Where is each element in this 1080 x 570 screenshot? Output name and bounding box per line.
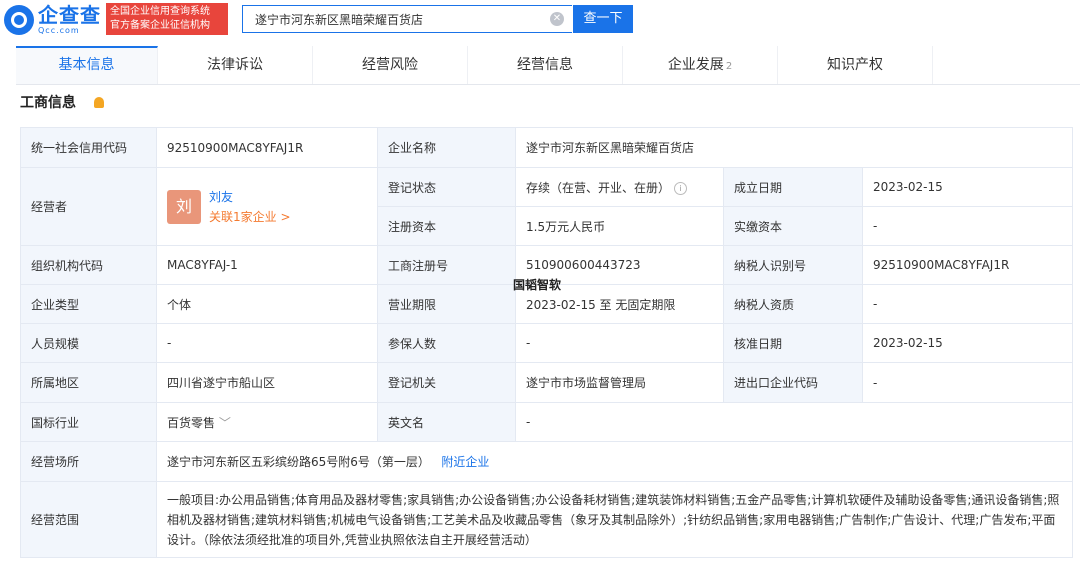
- address-label: 经营场所: [20, 441, 157, 482]
- credit-code-value: 92510900MAC8YFAJ1R: [156, 127, 378, 168]
- credit-code-label: 统一社会信用代码: [20, 127, 157, 168]
- industry-label: 国标行业: [20, 402, 157, 442]
- status-value: 存续（在营、开业、在册）: [526, 180, 671, 195]
- clear-icon[interactable]: ✕: [550, 12, 564, 26]
- tab-basic-info[interactable]: 基本信息: [16, 46, 158, 84]
- avatar[interactable]: 刘: [167, 189, 201, 224]
- table-row: 经营场所 遂宁市河东新区五彩缤纷路65号附6号（第一层） 附近企业: [20, 441, 1074, 482]
- taxpayer-id-label: 纳税人识别号: [723, 245, 863, 285]
- staff-label: 人员规模: [20, 323, 157, 363]
- approve-date-label: 核准日期: [723, 323, 863, 363]
- type-label: 企业类型: [20, 284, 157, 324]
- chevron-down-icon[interactable]: ﹀: [219, 416, 231, 430]
- import-export-value: -: [861, 362, 1074, 403]
- term-label: 营业期限: [377, 284, 516, 324]
- found-date-value: 2023-02-15: [861, 167, 1074, 207]
- logo-icon: [4, 5, 34, 35]
- section-title: 工商信息: [20, 95, 76, 111]
- watermark: 国韬智软: [513, 278, 562, 292]
- tab-count-badge: 2: [725, 61, 733, 72]
- address-value: 遂宁市河东新区五彩缤纷路65号附6号（第一层）: [167, 455, 430, 469]
- search-input[interactable]: 遂宁市河东新区黑暗荣耀百货店 ✕: [242, 5, 572, 33]
- qcc-logo[interactable]: 企查查 Qcc.com: [4, 4, 101, 36]
- tab-ip[interactable]: 知识产权: [778, 46, 933, 84]
- status-label: 登记状态: [377, 167, 516, 207]
- paid-capital-label: 实缴资本: [723, 206, 863, 246]
- scope-label: 经营范围: [20, 481, 157, 558]
- scope-value: 一般项目:办公用品销售;体育用品及器材零售;家具销售;办公设备销售;办公设备耗材…: [155, 481, 1074, 558]
- table-row: 所属地区 四川省遂宁市船山区 登记机关 遂宁市市场监督管理局 进出口企业代码 -: [20, 362, 1074, 403]
- found-date-label: 成立日期: [723, 167, 863, 207]
- tab-legal[interactable]: 法律诉讼: [158, 46, 313, 84]
- reg-capital-value: 1.5万元人民币: [515, 206, 724, 246]
- taxpayer-qual-value: -: [861, 284, 1074, 324]
- industry-cell[interactable]: 百货零售 ﹀: [156, 402, 378, 442]
- slogan-badge: 全国企业信用查询系统 官方备案企业征信机构: [106, 3, 228, 35]
- search-button[interactable]: 查一下: [573, 5, 633, 33]
- region-label: 所属地区: [20, 362, 157, 403]
- company-name-label: 企业名称: [377, 127, 516, 168]
- tab-development[interactable]: 企业发展 2: [623, 46, 778, 84]
- insured-value: -: [515, 323, 724, 363]
- address-cell: 遂宁市河东新区五彩缤纷路65号附6号（第一层） 附近企业: [155, 441, 1074, 482]
- org-code-value: MAC8YFAJ-1: [156, 245, 378, 285]
- related-companies-link[interactable]: 关联1家企业 >: [209, 207, 291, 227]
- operator-name-link[interactable]: 刘友: [209, 187, 291, 207]
- staff-value: -: [156, 323, 378, 363]
- nearby-companies-link[interactable]: 附近企业: [441, 455, 489, 469]
- tab-risk[interactable]: 经营风险: [313, 46, 468, 84]
- type-value: 个体: [156, 284, 378, 324]
- table-row: 国标行业 百货零售 ﹀ 英文名 -: [20, 402, 1074, 442]
- authority-label: 登记机关: [377, 362, 516, 403]
- taxpayer-id-value: 92510900MAC8YFAJ1R: [861, 245, 1074, 285]
- paid-capital-value: -: [861, 206, 1074, 246]
- company-name-value: 遂宁市河东新区黑暗荣耀百货店: [514, 127, 1074, 168]
- taxpayer-qual-label: 纳税人资质: [723, 284, 863, 324]
- operator-label: 经营者: [20, 167, 157, 246]
- insured-label: 参保人数: [377, 323, 516, 363]
- table-row: 人员规模 - 参保人数 - 核准日期 2023-02-15: [20, 323, 1074, 363]
- logo-text: 企查查: [38, 3, 101, 27]
- table-row: 统一社会信用代码 92510900MAC8YFAJ1R 企业名称 遂宁市河东新区…: [20, 127, 1074, 168]
- reg-capital-label: 注册资本: [377, 206, 516, 246]
- tab-bar: 基本信息 法律诉讼 经营风险 经营信息 企业发展 2 知识产权: [16, 46, 1080, 85]
- approve-date-value: 2023-02-15: [861, 323, 1074, 363]
- tab-operation[interactable]: 经营信息: [468, 46, 623, 84]
- bell-icon[interactable]: [94, 97, 104, 108]
- org-code-label: 组织机构代码: [20, 245, 157, 285]
- english-name-value: -: [514, 402, 1074, 442]
- authority-value: 遂宁市市场监督管理局: [515, 362, 724, 403]
- status-cell: 存续（在营、开业、在册） i: [515, 167, 724, 207]
- region-value: 四川省遂宁市船山区: [156, 362, 378, 403]
- search-value[interactable]: 遂宁市河东新区黑暗荣耀百货店: [255, 11, 550, 28]
- import-export-label: 进出口企业代码: [723, 362, 863, 403]
- info-icon[interactable]: i: [674, 181, 688, 195]
- operator-cell: 刘 刘友 关联1家企业 >: [156, 167, 378, 246]
- business-info-table: 统一社会信用代码 92510900MAC8YFAJ1R 企业名称 遂宁市河东新区…: [20, 127, 1074, 558]
- english-name-label: 英文名: [377, 402, 516, 442]
- reg-no-label: 工商注册号: [377, 245, 516, 285]
- top-bar: 企查查 Qcc.com 全国企业信用查询系统 官方备案企业征信机构 遂宁市河东新…: [0, 0, 1080, 40]
- industry-value[interactable]: 百货零售: [167, 416, 215, 430]
- table-row: 经营范围 一般项目:办公用品销售;体育用品及器材零售;家具销售;办公设备销售;办…: [20, 481, 1074, 558]
- table-row: 经营者 刘 刘友 关联1家企业 > 登记状态 存续（在营、开业、在册） i 成立日…: [20, 167, 1074, 246]
- logo-domain: Qcc.com: [38, 26, 80, 35]
